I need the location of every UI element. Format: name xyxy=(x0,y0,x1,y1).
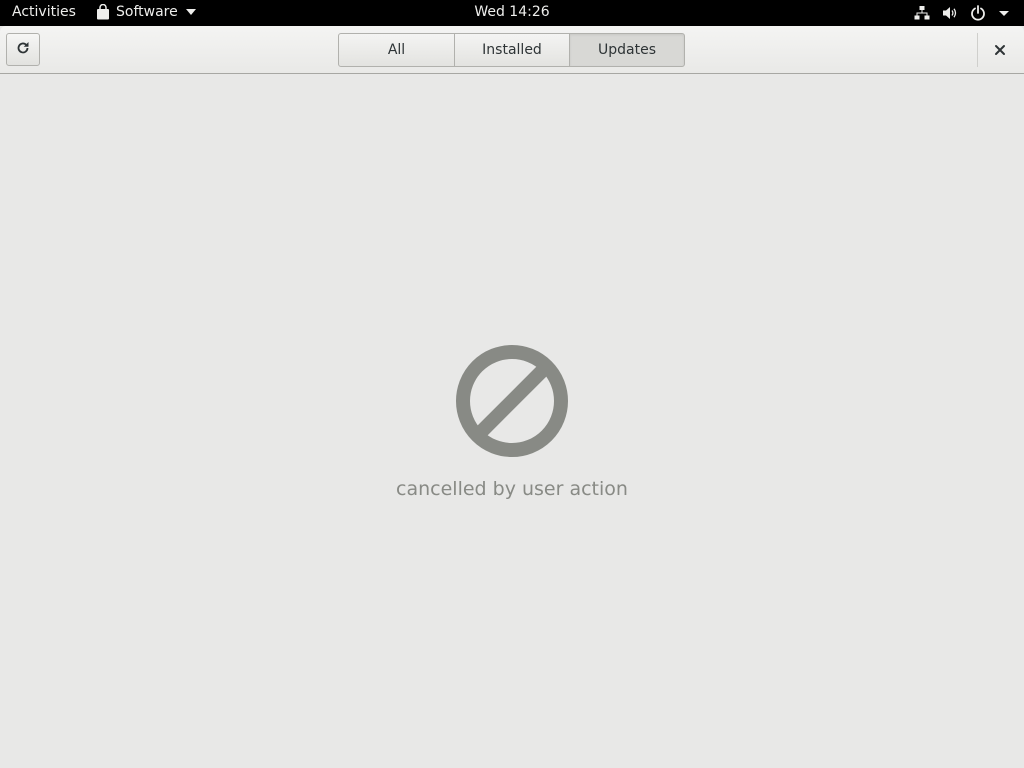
app-menu-label: Software xyxy=(116,4,178,20)
tab-updates[interactable]: Updates xyxy=(569,33,685,67)
top-bar: Activities Software Wed 14:26 xyxy=(0,0,1024,26)
view-switcher: All Installed Updates xyxy=(338,33,685,67)
activities-button[interactable]: Activities xyxy=(12,4,76,20)
power-icon xyxy=(970,5,986,21)
tab-all[interactable]: All xyxy=(338,33,455,67)
network-icon xyxy=(914,5,930,21)
chevron-down-icon xyxy=(998,5,1010,21)
chevron-down-icon xyxy=(185,9,196,15)
volume-icon xyxy=(942,5,958,21)
refresh-icon xyxy=(15,40,31,60)
tab-installed[interactable]: Installed xyxy=(454,33,570,67)
close-button[interactable] xyxy=(986,40,1014,60)
close-icon xyxy=(994,41,1006,60)
shopping-bag-icon xyxy=(96,3,110,20)
header-bar: All Installed Updates xyxy=(0,26,1024,74)
clock[interactable]: Wed 14:26 xyxy=(474,4,549,20)
refresh-button[interactable] xyxy=(6,33,40,66)
updates-page: cancelled by user action xyxy=(0,74,1024,768)
separator xyxy=(977,33,978,67)
blocked-icon xyxy=(456,345,568,457)
status-message: cancelled by user action xyxy=(396,478,628,500)
app-menu-button[interactable]: Software xyxy=(96,3,196,20)
system-status-menu[interactable] xyxy=(914,5,1010,21)
